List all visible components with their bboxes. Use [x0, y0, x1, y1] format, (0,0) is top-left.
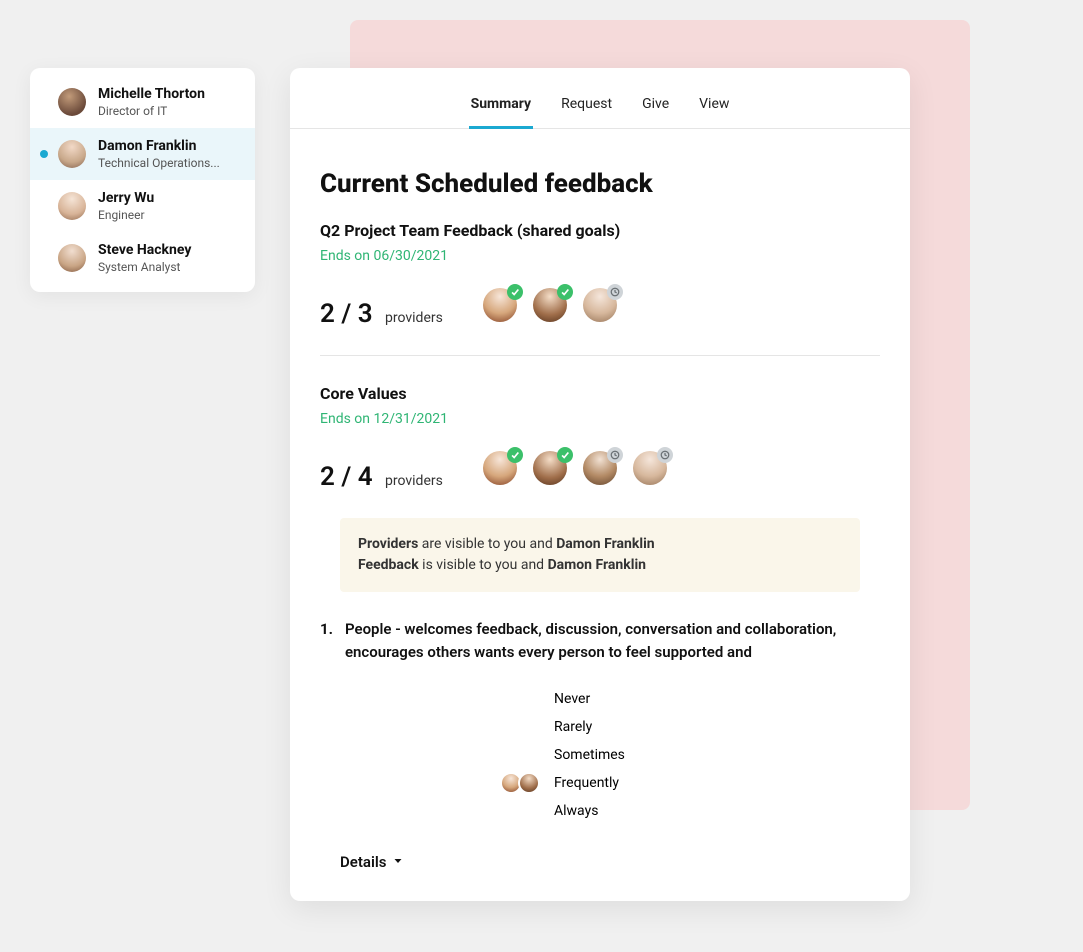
question-number: 1. — [320, 618, 333, 663]
option-label: Never — [554, 691, 590, 707]
tab-request[interactable]: Request — [559, 86, 614, 129]
provider-avatar[interactable] — [483, 451, 517, 485]
provider-avatar[interactable] — [583, 288, 617, 322]
check-icon — [557, 447, 573, 463]
check-icon — [557, 284, 573, 300]
sidebar-item-person[interactable]: Jerry Wu Engineer — [30, 180, 255, 232]
notice-text: are visible to you and — [418, 536, 556, 552]
respondent-avatar — [518, 772, 540, 794]
person-role: Technical Operations... — [98, 156, 241, 170]
sidebar-item-person[interactable]: Steve Hackney System Analyst — [30, 232, 255, 284]
provider-ratio: 2 / 4 providers — [320, 462, 443, 492]
avatar — [58, 140, 86, 168]
person-name: Damon Franklin — [98, 138, 241, 154]
completed-count: 2 — [320, 299, 335, 329]
notice-bold: Feedback — [358, 557, 419, 573]
unit-label: providers — [385, 310, 443, 326]
unit-label: providers — [385, 473, 443, 489]
provider-avatar[interactable] — [533, 288, 567, 322]
chevron-down-icon — [392, 853, 404, 871]
ends-on-label: Ends on 06/30/2021 — [320, 248, 880, 264]
person-role: System Analyst — [98, 260, 241, 274]
option-label: Sometimes — [554, 747, 625, 763]
feedback-section: Core Values Ends on 12/31/2021 2 / 4 pro… — [320, 384, 880, 492]
person-role: Director of IT — [98, 104, 241, 118]
section-title: Q2 Project Team Feedback (shared goals) — [320, 221, 880, 240]
total-count: 4 — [358, 462, 373, 492]
details-button[interactable]: Details — [340, 853, 404, 871]
page-title: Current Scheduled feedback — [320, 169, 880, 199]
avatar — [58, 192, 86, 220]
clock-icon — [607, 447, 623, 463]
option-row: Never — [480, 685, 880, 713]
visibility-notice: Providers are visible to you and Damon F… — [340, 518, 860, 592]
tab-bar: Summary Request Give View — [290, 68, 910, 129]
person-role: Engineer — [98, 208, 241, 222]
provider-avatars — [483, 288, 617, 322]
option-row: Sometimes — [480, 741, 880, 769]
provider-ratio: 2 / 3 providers — [320, 299, 443, 329]
check-icon — [507, 284, 523, 300]
question-row: 1. People - welcomes feedback, discussio… — [320, 618, 880, 663]
notice-bold: Damon Franklin — [556, 536, 654, 552]
tab-view[interactable]: View — [697, 86, 731, 129]
completed-count: 2 — [320, 462, 335, 492]
feedback-section: Q2 Project Team Feedback (shared goals) … — [320, 221, 880, 329]
total-count: 3 — [358, 299, 373, 329]
tab-give[interactable]: Give — [640, 86, 671, 129]
option-label: Rarely — [554, 719, 592, 735]
feedback-panel: Summary Request Give View Current Schedu… — [290, 68, 910, 901]
person-name: Steve Hackney — [98, 242, 241, 258]
sidebar-item-person[interactable]: Michelle Thorton Director of IT — [30, 76, 255, 128]
check-icon — [507, 447, 523, 463]
option-label: Frequently — [554, 775, 619, 791]
option-row: Rarely — [480, 713, 880, 741]
notice-text: is visible to you and — [419, 557, 548, 573]
question-text: People - welcomes feedback, discussion, … — [345, 618, 880, 663]
provider-avatar[interactable] — [483, 288, 517, 322]
notice-bold: Damon Franklin — [548, 557, 646, 573]
sidebar-item-person[interactable]: Damon Franklin Technical Operations... — [30, 128, 255, 180]
provider-avatar[interactable] — [583, 451, 617, 485]
details-label: Details — [340, 853, 386, 871]
clock-icon — [607, 284, 623, 300]
option-label: Always — [554, 803, 598, 819]
ends-on-label: Ends on 12/31/2021 — [320, 411, 880, 427]
provider-avatar[interactable] — [533, 451, 567, 485]
clock-icon — [657, 447, 673, 463]
active-indicator-dot — [40, 150, 48, 158]
provider-avatars — [483, 451, 667, 485]
response-options: Never Rarely Sometimes Frequently Always — [480, 685, 880, 825]
option-row: Always — [480, 797, 880, 825]
person-name: Michelle Thorton — [98, 86, 241, 102]
people-sidebar: Michelle Thorton Director of IT Damon Fr… — [30, 68, 255, 292]
person-name: Jerry Wu — [98, 190, 241, 206]
provider-avatar[interactable] — [633, 451, 667, 485]
avatar — [58, 88, 86, 116]
tab-summary[interactable]: Summary — [469, 86, 534, 129]
divider — [320, 355, 880, 356]
avatar — [58, 244, 86, 272]
notice-bold: Providers — [358, 536, 418, 552]
section-title: Core Values — [320, 384, 880, 403]
option-row: Frequently — [480, 769, 880, 797]
